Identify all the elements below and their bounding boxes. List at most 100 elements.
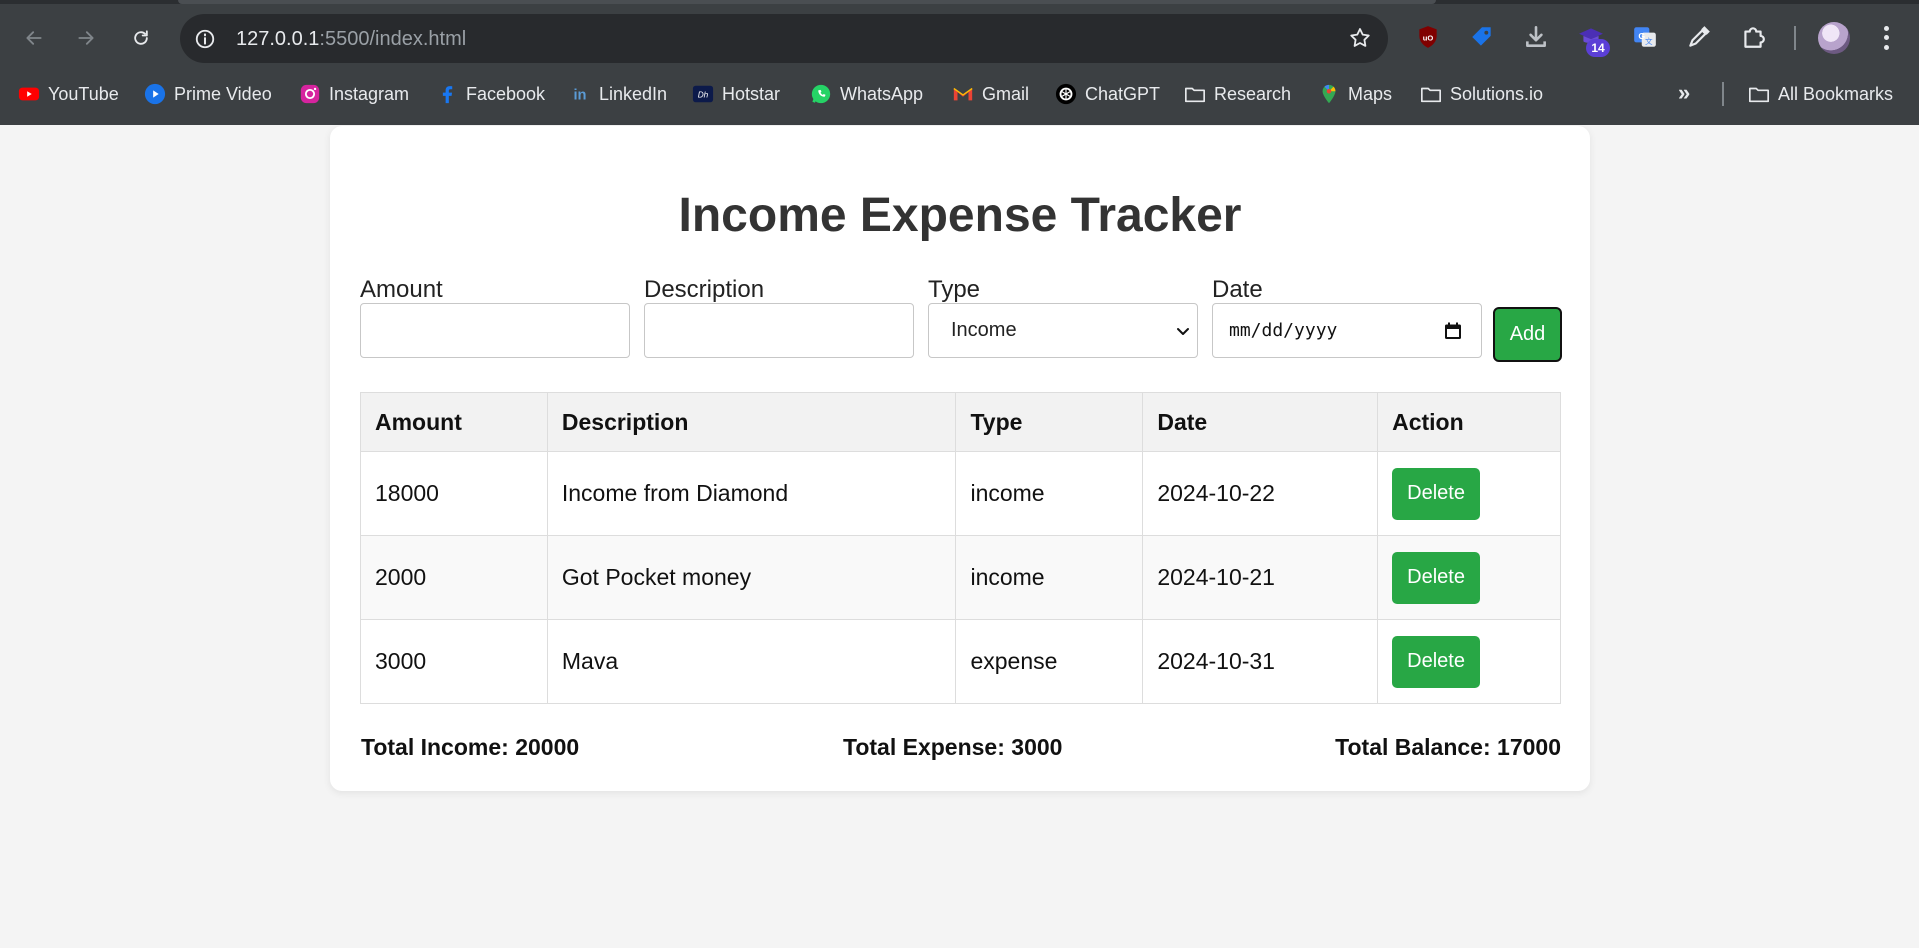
tracker-card: Income Expense Tracker Amount Descriptio… — [330, 126, 1590, 791]
bookmark-gmail[interactable]: Gmail — [952, 80, 1029, 108]
bookmark-instagram[interactable]: Instagram — [299, 80, 409, 108]
facebook-icon — [442, 86, 453, 104]
folder-icon — [1749, 87, 1769, 103]
svg-text:uO: uO — [1423, 33, 1434, 42]
reload-icon — [134, 30, 148, 45]
row-amount: 18000 — [360, 451, 548, 536]
download-extension[interactable] — [1521, 22, 1551, 52]
bookmark-hotstar[interactable]: Dh Hotstar — [692, 80, 780, 108]
bookmarks-separator — [1722, 82, 1724, 106]
date-label: Date — [1212, 276, 1263, 303]
url-text[interactable]: 127.0.0.1:5500/index.html — [236, 28, 466, 51]
row-date: 2024-10-31 — [1142, 619, 1379, 704]
delete-button[interactable]: Delete — [1392, 551, 1481, 604]
page-title: Income Expense Tracker — [678, 189, 1242, 242]
youtube-icon — [18, 87, 40, 101]
tag-extension[interactable] — [1467, 22, 1497, 52]
download-icon — [1526, 25, 1546, 47]
maps-icon — [1322, 84, 1336, 104]
folder-icon — [1421, 87, 1441, 103]
amount-label: Amount — [360, 276, 443, 303]
back-button[interactable] — [20, 24, 48, 52]
prime-video-icon — [144, 83, 166, 105]
row-amount: 2000 — [360, 535, 548, 620]
chatgpt-icon — [1055, 83, 1077, 105]
svg-text:in: in — [573, 88, 586, 104]
table-row: 2000 Got Pocket money income 2024-10-21 … — [360, 535, 1561, 620]
date-placeholder: mm/dd/yyyy — [1229, 320, 1338, 341]
total-expense: Total Expense: 3000 — [843, 734, 1063, 760]
hotstar-icon: Dh — [692, 85, 714, 103]
bookmarks-bar: YouTube Prime Video Instagram Facebook i… — [0, 76, 1919, 112]
table-header-row: Amount Description Type Date Action — [360, 392, 1561, 452]
delete-button[interactable]: Delete — [1392, 467, 1481, 520]
total-income: Total Income: 20000 — [361, 734, 580, 760]
price-tag-icon — [1472, 27, 1491, 46]
description-label: Description — [644, 276, 765, 303]
site-info-icon[interactable] — [194, 28, 216, 50]
type-label: Type — [928, 276, 981, 303]
color-picker-extension[interactable] — [1684, 22, 1714, 52]
extension-badge: 14 — [1586, 39, 1610, 57]
total-balance: Total Balance: 17000 — [1335, 734, 1561, 760]
column-header-type: Type — [955, 392, 1144, 452]
ublock-shield-icon: uO — [1419, 26, 1437, 48]
linkedin-icon: in — [573, 88, 586, 104]
profile-avatar[interactable] — [1818, 22, 1850, 54]
chevron-down-icon — [1177, 328, 1189, 335]
row-type: income — [955, 451, 1144, 536]
delete-button[interactable]: Delete — [1392, 635, 1481, 688]
google-translate-icon: G文 — [1634, 27, 1656, 47]
row-type: expense — [955, 619, 1144, 704]
bookmark-folder-research[interactable]: Research — [1184, 80, 1291, 108]
all-bookmarks-folder[interactable]: All Bookmarks — [1748, 80, 1893, 108]
chrome-menu-button[interactable] — [1876, 24, 1896, 52]
instagram-icon — [300, 84, 320, 104]
row-action-cell: Delete — [1377, 619, 1561, 704]
more-bookmarks-chevron-icon[interactable]: » — [1678, 80, 1690, 106]
translate-extension[interactable]: G文 — [1630, 22, 1660, 52]
address-bar[interactable]: 127.0.0.1:5500/index.html — [180, 14, 1388, 63]
ublock-extension[interactable]: uO — [1413, 22, 1443, 52]
tab-strip — [0, 0, 1919, 4]
extensions-menu-button[interactable] — [1738, 22, 1768, 52]
add-button[interactable]: Add — [1493, 307, 1562, 362]
whatsapp-icon — [811, 84, 831, 104]
description-input[interactable] — [644, 303, 914, 358]
row-description: Mava — [546, 619, 957, 704]
browser-chrome: 127.0.0.1:5500/index.html uO 14 G文 YouTu… — [0, 0, 1919, 125]
row-date: 2024-10-22 — [1142, 451, 1379, 536]
toolbar-separator — [1794, 26, 1796, 50]
bookmark-linkedin[interactable]: in LinkedIn — [569, 80, 667, 108]
reload-button[interactable] — [127, 24, 155, 52]
bookmark-youtube[interactable]: YouTube — [18, 80, 119, 108]
eyedropper-icon — [1689, 26, 1710, 47]
table-row: 18000 Income from Diamond income 2024-10… — [360, 451, 1561, 536]
forward-button[interactable] — [72, 24, 100, 52]
row-action-cell: Delete — [1377, 451, 1561, 536]
svg-text:文: 文 — [1645, 36, 1653, 46]
bookmark-whatsapp[interactable]: WhatsApp — [810, 80, 923, 108]
svg-text:Dh: Dh — [698, 91, 709, 100]
bookmark-prime-video[interactable]: Prime Video — [144, 80, 272, 108]
type-select[interactable]: Income — [928, 303, 1198, 358]
back-arrow-icon — [26, 31, 42, 45]
column-header-date: Date — [1142, 392, 1379, 452]
column-header-amount: Amount — [360, 392, 548, 452]
table-row: 3000 Mava expense 2024-10-31 Delete — [360, 619, 1561, 704]
bookmark-maps[interactable]: Maps — [1318, 80, 1392, 108]
calendar-icon[interactable] — [1443, 321, 1463, 341]
row-date: 2024-10-21 — [1142, 535, 1379, 620]
gmail-icon — [953, 87, 973, 101]
bookmark-chatgpt[interactable]: ChatGPT — [1055, 80, 1160, 108]
puzzle-piece-icon — [1744, 27, 1765, 48]
bookmark-star-icon[interactable] — [1348, 26, 1372, 50]
row-description: Income from Diamond — [546, 451, 957, 536]
type-select-value: Income — [951, 319, 1017, 341]
bookmark-facebook[interactable]: Facebook — [436, 80, 545, 108]
column-header-description: Description — [546, 392, 957, 452]
bookmark-folder-solutions[interactable]: Solutions.io — [1420, 80, 1543, 108]
amount-input[interactable] — [360, 303, 630, 358]
date-input[interactable]: mm/dd/yyyy — [1212, 303, 1482, 358]
forward-arrow-icon — [78, 31, 94, 45]
